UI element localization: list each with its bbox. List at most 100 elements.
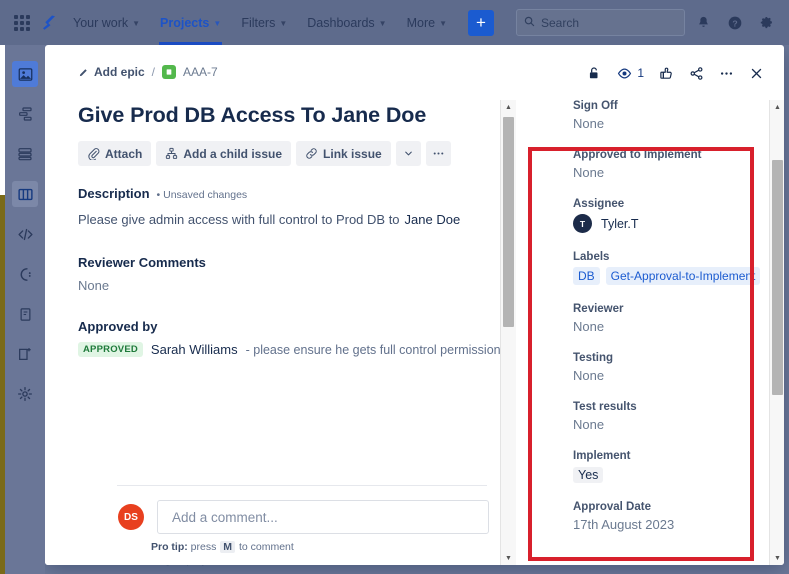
story-type-icon (162, 65, 177, 79)
add-child-issue-label: Add a child issue (183, 146, 283, 161)
field-assignee: Assignee T Tyler.T (555, 198, 770, 233)
main-column-scrollbar[interactable]: ▲ ▼ (500, 100, 516, 565)
watch-count: 1 (637, 66, 644, 80)
nav-item-label: Dashboards (307, 15, 375, 30)
sidebar-item-releases[interactable] (12, 261, 38, 287)
sidebar-item-roadmap[interactable] (12, 101, 38, 127)
field-label: Testing (573, 352, 614, 364)
chevron-down-icon: ▼ (439, 19, 447, 28)
window-edge-strip-light (0, 45, 5, 195)
assignee-name: Tyler.T (601, 216, 639, 231)
field-testing: Testing None (555, 352, 770, 383)
scroll-up-arrow[interactable]: ▲ (770, 100, 784, 114)
eye-icon[interactable] (610, 59, 638, 87)
sidebar-item-board[interactable] (12, 181, 38, 207)
nav-item-dashboards[interactable]: Dashboards ▼ (298, 0, 395, 45)
field-approval-date: Approval Date 17th August 2023 (555, 501, 770, 532)
field-sign-off: Sign Off None (555, 100, 770, 131)
field-implement: Implement Yes (555, 450, 770, 501)
scroll-up-arrow[interactable]: ▲ (501, 100, 516, 114)
unlock-icon[interactable] (580, 59, 608, 87)
help-icon[interactable]: ? (721, 9, 749, 37)
sidebar-item-code[interactable] (12, 221, 38, 247)
more-actions-icon[interactable] (712, 59, 740, 87)
toolbar-more-dropdown[interactable] (395, 141, 421, 166)
nav-right-group: Search ? (516, 9, 781, 37)
details-panel-scrollbar[interactable]: ▲ ▼ (769, 100, 784, 565)
nav-item-projects[interactable]: Projects ▼ (151, 0, 230, 45)
issue-detail-modal: Add epic / AAA-7 1 Give Prod DB Access T… (45, 45, 784, 565)
field-test-results: Test results None (555, 401, 770, 432)
sidebar-item-add[interactable] (12, 341, 38, 367)
create-issue-button[interactable]: + (468, 9, 494, 36)
nav-item-more[interactable]: More ▼ (398, 0, 456, 45)
modal-header: Add epic / AAA-7 1 (45, 45, 784, 100)
field-value[interactable]: 17th August 2023 (573, 517, 770, 532)
field-value[interactable]: None (573, 368, 770, 383)
toolbar-more-actions[interactable] (425, 141, 451, 166)
nav-item-label: Projects (160, 15, 210, 30)
approver-note: - please ensure he gets full control per… (245, 342, 507, 357)
thumbs-up-icon[interactable] (652, 59, 680, 87)
search-placeholder: Search (541, 15, 580, 30)
sidebar-item-backlog[interactable] (12, 141, 38, 167)
description-body[interactable]: Please give admin access with full contr… (78, 211, 507, 229)
field-value[interactable]: None (573, 165, 770, 180)
field-value[interactable]: None (573, 116, 770, 131)
link-issue-button[interactable]: Link issue (296, 141, 391, 166)
reviewer-comments-heading: Reviewer Comments (78, 255, 206, 270)
sidebar-item-project-avatar[interactable] (12, 61, 38, 87)
nav-item-filters[interactable]: Filters ▼ (232, 0, 296, 45)
field-labels: Labels DB Get-Approval-to-Implement (555, 251, 770, 285)
scrollbar-thumb[interactable] (772, 160, 783, 395)
description-body-person: Jane Doe (404, 212, 461, 227)
avatar[interactable]: DS (118, 504, 144, 530)
label-chip[interactable]: Get-Approval-to-Implement (605, 267, 761, 285)
reviewer-comments-value: None (78, 278, 110, 293)
field-value[interactable]: Yes (573, 467, 604, 483)
field-label: Labels (573, 251, 610, 263)
chevron-down-icon: ▼ (213, 19, 222, 28)
pro-tip: Pro tip: press M to comment (45, 534, 507, 553)
sidebar-item-pages[interactable] (12, 301, 38, 327)
search-input[interactable]: Search (516, 9, 685, 36)
nav-item-your-work[interactable]: Your work ▼ (64, 0, 149, 45)
issue-title-person: Jane Doe (331, 103, 427, 127)
issue-main-column: Give Prod DB Access To Jane Doe Attach A… (45, 100, 507, 565)
sidebar-item-project-settings[interactable] (12, 381, 38, 407)
settings-icon[interactable] (753, 9, 781, 37)
field-value[interactable]: None (573, 417, 770, 432)
field-approved-to-implement: Approved to Implement None (555, 149, 770, 180)
field-label: Assignee (573, 198, 625, 210)
avatar: T (573, 214, 592, 233)
notifications-icon[interactable] (689, 9, 717, 37)
attach-button[interactable]: Attach (78, 141, 152, 166)
share-icon[interactable] (682, 59, 710, 87)
comment-input[interactable]: Add a comment... (157, 500, 489, 534)
chevron-down-icon: ▼ (378, 19, 387, 28)
link-issue-label: Link issue (323, 146, 382, 161)
attach-label: Attach (105, 146, 143, 161)
nav-item-label: Your work (73, 15, 129, 30)
label-chip[interactable]: DB (573, 267, 600, 285)
approver-name: Sarah Williams (150, 342, 238, 357)
field-value[interactable]: None (573, 319, 770, 334)
field-label: Reviewer (573, 303, 624, 315)
assignee-value[interactable]: T Tyler.T (573, 214, 770, 233)
nav-item-label: Filters (241, 15, 276, 30)
close-icon[interactable] (742, 59, 770, 87)
svg-text:?: ? (732, 18, 737, 28)
field-label: Implement (573, 450, 631, 462)
scrollbar-thumb[interactable] (503, 117, 514, 327)
scroll-down-arrow[interactable]: ▼ (770, 551, 784, 565)
add-child-issue-button[interactable]: Add a child issue (156, 141, 292, 166)
issue-title-text: Give Prod DB Access To (78, 103, 332, 127)
jira-logo-icon[interactable] (36, 10, 62, 36)
issue-key-link[interactable]: AAA-7 (183, 65, 218, 79)
scroll-down-arrow[interactable]: ▼ (501, 551, 516, 565)
modal-header-actions: 1 (580, 59, 770, 87)
add-epic-button[interactable]: Add epic (78, 65, 145, 79)
hierarchy-icon (166, 147, 178, 159)
unsaved-changes-note: • Unsaved changes (156, 189, 248, 201)
apps-grid-icon[interactable] (10, 11, 34, 35)
